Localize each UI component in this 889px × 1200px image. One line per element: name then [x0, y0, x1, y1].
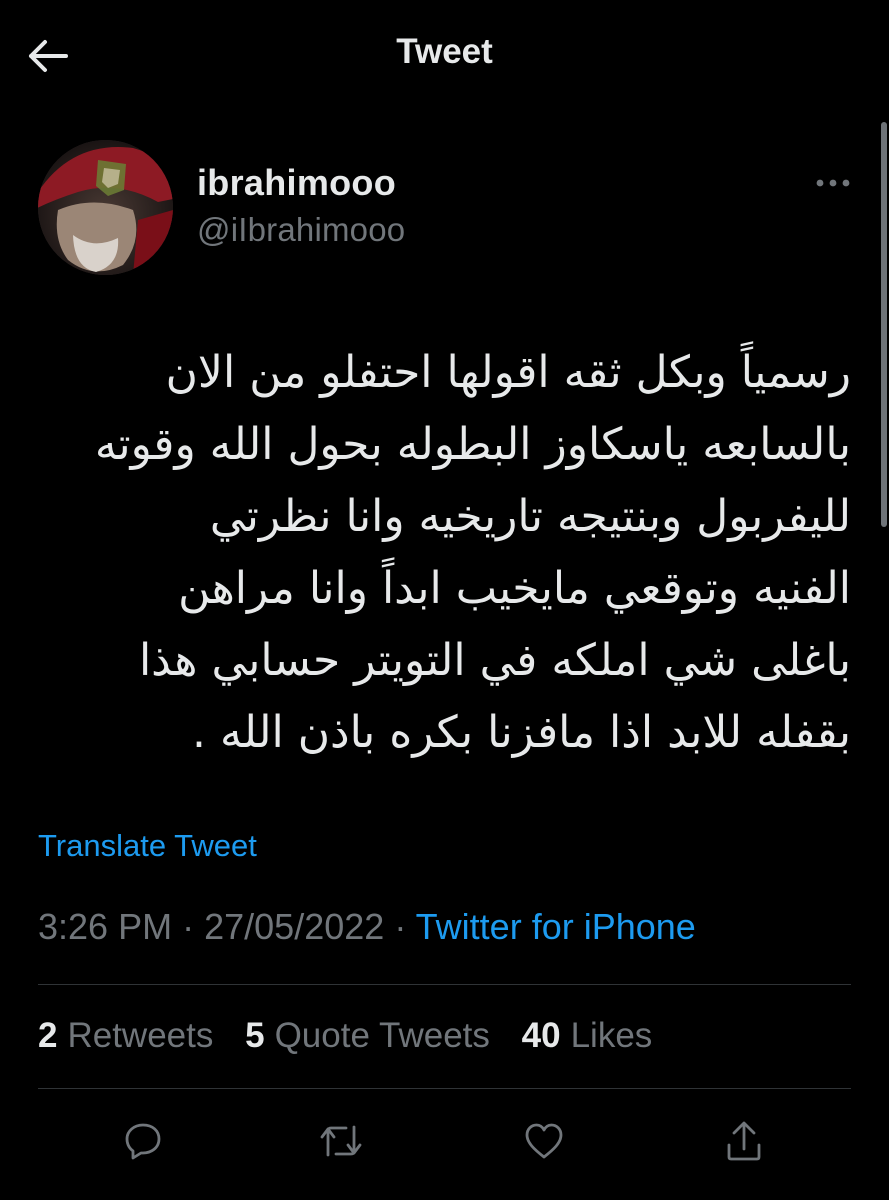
tweet-time: 3:26 PM: [38, 906, 173, 947]
quote-tweets-stat[interactable]: 5 Quote Tweets: [245, 1016, 490, 1055]
like-button[interactable]: [519, 1118, 569, 1164]
meta-separator: ·: [182, 906, 195, 947]
tweet-metadata: 3:26 PM · 27/05/2022 · Twitter for iPhon…: [38, 906, 696, 948]
likes-stat[interactable]: 40 Likes: [522, 1016, 653, 1055]
divider: [38, 1088, 851, 1089]
retweets-stat[interactable]: 2 Retweets: [38, 1016, 213, 1055]
share-icon: [727, 1121, 761, 1161]
page-title: Tweet: [396, 32, 493, 71]
avatar[interactable]: [38, 140, 173, 275]
tweet-text-line: الفنيه وتوقعي مايخيب ابداً وانا مراهن: [178, 563, 851, 614]
tweet-date: 27/05/2022: [204, 906, 385, 947]
tweet-source-link[interactable]: Twitter for iPhone: [416, 906, 696, 947]
retweets-label: Retweets: [67, 1016, 214, 1055]
tweet-text-line: بقفله للابد اذا مافزنا بكره باذن الله .: [191, 707, 851, 758]
more-horizontal-icon: [816, 179, 850, 187]
tweet-text-line: بالسابعه ياسكاوز البطوله بحول الله وقوته: [94, 419, 851, 470]
likes-label: Likes: [570, 1016, 653, 1055]
top-bar: Tweet: [0, 0, 889, 110]
quote-tweets-count: 5: [245, 1016, 265, 1055]
tweet-text-line: رسمياً وبكل ثقه اقولها احتفلو من الان: [165, 347, 851, 398]
engagement-stats: 2 Retweets 5 Quote Tweets 40 Likes: [38, 1016, 674, 1056]
retweet-button[interactable]: [316, 1118, 366, 1164]
retweets-count: 2: [38, 1016, 58, 1055]
retweet-icon: [320, 1125, 362, 1157]
author-handle[interactable]: @iIbrahimooo: [197, 211, 405, 249]
translate-tweet-link[interactable]: Translate Tweet: [38, 828, 257, 864]
reply-icon: [125, 1123, 161, 1160]
avatar-image: [38, 140, 173, 275]
tweet-text-line: باغلى شي املكه في التويتر حسابي هذا: [138, 635, 851, 686]
scrollbar[interactable]: [881, 122, 887, 527]
likes-count: 40: [521, 1016, 561, 1055]
more-options-button[interactable]: [808, 168, 858, 198]
quote-tweets-label: Quote Tweets: [274, 1016, 490, 1055]
tweet-text: رسمياً وبكل ثقه اقولها احتفلو من الان با…: [36, 337, 851, 769]
reply-button[interactable]: [118, 1118, 168, 1164]
share-button[interactable]: [719, 1118, 769, 1164]
tweet-text-line: لليفربول وبنتيجه تاريخيه وانا نظرتي: [209, 491, 851, 542]
author-display-name[interactable]: ibrahimooo: [197, 162, 396, 204]
divider: [38, 984, 851, 985]
meta-separator: ·: [394, 906, 407, 947]
like-icon: [525, 1123, 563, 1159]
